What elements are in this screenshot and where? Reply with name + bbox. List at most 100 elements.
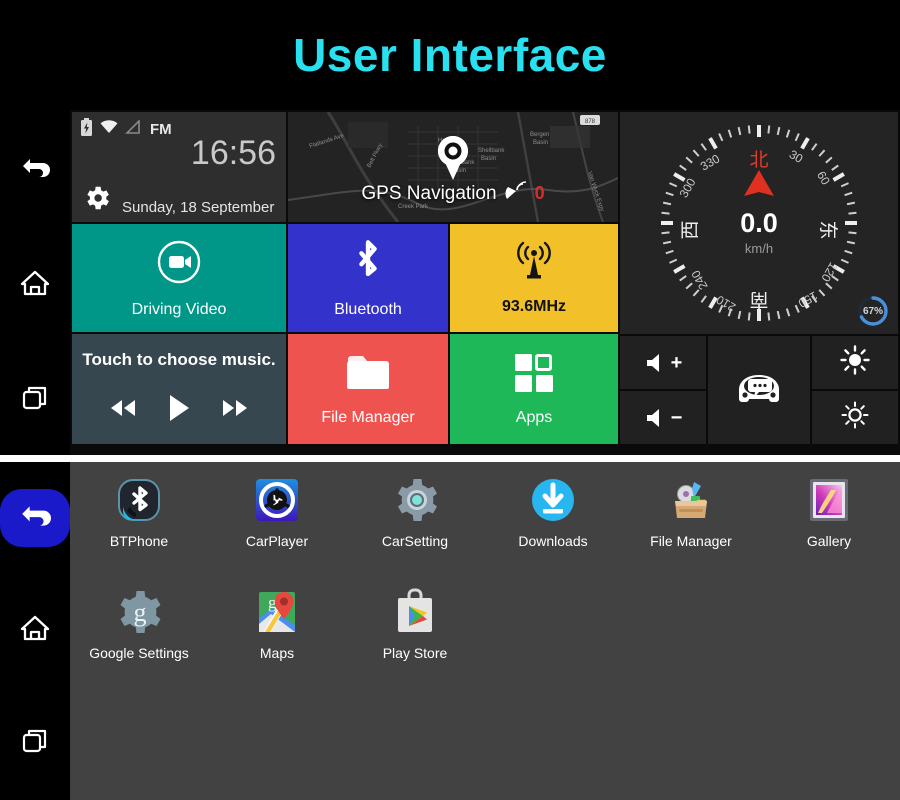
file-manager-box-icon — [667, 476, 715, 524]
app-row-1: BTPhone CarPlayer CarSetting Downloads F… — [70, 476, 900, 549]
gallery-icon — [805, 476, 853, 524]
gps-navigation-tile[interactable]: 878 Flatlands Ave Belt Pkwy HowardBeach … — [288, 112, 618, 222]
car-chat-icon — [733, 369, 785, 412]
button-volume-down[interactable]: − — [620, 391, 706, 444]
recent-apps-icon — [21, 727, 49, 760]
sun-bright-icon — [840, 345, 870, 380]
clock-widget[interactable]: FM 16:56 Sunday, 18 September — [72, 112, 286, 222]
nav-home-button[interactable] — [9, 257, 61, 309]
app-drawer-screen: BTPhone CarPlayer CarSetting Downloads F… — [0, 462, 900, 800]
svg-text:Basin: Basin — [533, 140, 548, 146]
video-camera-icon — [155, 238, 203, 291]
app-downloads[interactable]: Downloads — [484, 476, 622, 549]
play-store-icon — [391, 588, 439, 636]
tile-label: 93.6MHz — [501, 297, 567, 315]
app-label: BTPhone — [109, 533, 169, 549]
app-label: CarSetting — [381, 533, 449, 549]
battery-percent: 67% — [862, 305, 883, 317]
compass-needle — [744, 170, 774, 196]
app-drawer: BTPhone CarPlayer CarSetting Downloads F… — [70, 462, 900, 800]
clock-time: 16:56 — [190, 134, 276, 172]
page-banner: User Interface — [0, 0, 900, 110]
home-navigation-bar — [0, 110, 70, 455]
clock-date: Sunday, 18 September — [122, 199, 275, 216]
home-icon — [20, 269, 50, 297]
tile-radio[interactable]: 93.6MHz — [450, 224, 618, 332]
svg-text:240: 240 — [688, 268, 710, 293]
speed-value: 0.0 — [740, 208, 778, 239]
play-icon[interactable] — [166, 393, 192, 428]
button-brightness-down[interactable] — [812, 391, 898, 444]
svg-text:Basin: Basin — [481, 156, 496, 162]
nav-recents-button[interactable] — [9, 372, 61, 424]
drawer-navigation-bar — [0, 462, 70, 800]
gps-label-row: GPS Navigation 0 — [288, 181, 618, 206]
screen-divider — [0, 455, 900, 462]
battery-charging-icon — [80, 118, 93, 141]
app-label: Downloads — [518, 533, 588, 549]
app-file-manager[interactable]: File Manager — [622, 476, 760, 549]
app-label: Google Settings — [89, 645, 189, 661]
previous-icon[interactable] — [108, 398, 138, 423]
downloads-icon — [529, 476, 577, 524]
button-volume-up[interactable]: + — [620, 336, 706, 389]
app-btphone[interactable]: BTPhone — [70, 476, 208, 549]
volume-up-sign: + — [670, 351, 683, 374]
home-tile-grid: FM 16:56 Sunday, 18 September 878 Flatla… — [70, 110, 900, 455]
nav-back-button[interactable] — [0, 489, 70, 548]
home-screen: FM 16:56 Sunday, 18 September 878 Flatla… — [0, 110, 900, 455]
app-row-2: g Google Settings g Maps Play Store — [70, 588, 900, 661]
button-brightness-up[interactable] — [812, 336, 898, 389]
app-google-settings[interactable]: g Google Settings — [70, 588, 208, 661]
svg-text:878: 878 — [585, 119, 596, 125]
tile-file-manager[interactable]: File Manager — [288, 334, 448, 444]
app-carsetting[interactable]: CarSetting — [346, 476, 484, 549]
app-play-store[interactable]: Play Store — [346, 588, 484, 661]
music-controls — [72, 393, 286, 428]
sun-dim-icon — [840, 400, 870, 435]
tile-label: File Manager — [321, 408, 415, 426]
music-prompt: Touch to choose music. — [82, 350, 276, 369]
compass-north-label: 北 — [749, 149, 768, 171]
tile-apps[interactable]: Apps — [450, 334, 618, 444]
audio-source-label: FM — [150, 121, 172, 138]
tile-music-player[interactable]: Touch to choose music. — [72, 334, 286, 444]
tile-driving-video[interactable]: Driving Video — [72, 224, 286, 332]
tile-bluetooth[interactable]: Bluetooth — [288, 224, 448, 332]
svg-text:Bergen: Bergen — [530, 132, 549, 138]
speaker-icon: + — [644, 351, 683, 374]
speed-unit: km/h — [744, 241, 774, 257]
signal-icon — [125, 119, 141, 139]
app-carplayer[interactable]: CarPlayer — [208, 476, 346, 549]
svg-text:Shellbank: Shellbank — [478, 148, 505, 154]
wifi-icon — [100, 120, 118, 139]
tile-label: Bluetooth — [334, 300, 402, 318]
speed-readout: 0.0 km/h — [620, 208, 898, 257]
app-label: CarPlayer — [245, 533, 309, 549]
google-maps-icon: g — [253, 588, 301, 636]
app-maps[interactable]: g Maps — [208, 588, 346, 661]
nav-recents-button[interactable] — [0, 714, 70, 772]
battery-ring: 67% — [856, 294, 890, 328]
back-arrow-icon — [19, 502, 51, 535]
google-settings-gear-icon: g — [115, 588, 163, 636]
back-arrow-icon — [20, 155, 50, 181]
nav-back-button[interactable] — [9, 142, 61, 194]
nav-home-button[interactable] — [0, 602, 70, 660]
app-gallery[interactable]: Gallery — [760, 476, 898, 549]
button-voice-assistant[interactable] — [708, 336, 810, 444]
svg-text:g: g — [134, 598, 147, 627]
app-label: File Manager — [650, 533, 732, 549]
satellite-dish-icon — [505, 181, 527, 206]
svg-text:330: 330 — [698, 151, 723, 173]
bluetooth-phone-icon — [115, 476, 163, 524]
next-icon[interactable] — [220, 398, 250, 423]
bluetooth-icon — [348, 238, 388, 291]
folder-icon — [344, 352, 392, 399]
compass-speedometer-widget[interactable]: 30 60 120 150 210 240 300 330 北 东 南 西 0.… — [620, 112, 898, 334]
svg-text:60: 60 — [814, 169, 833, 188]
gear-icon[interactable] — [82, 183, 112, 218]
volume-down-sign: − — [670, 406, 683, 429]
svg-text:150: 150 — [796, 288, 821, 310]
tile-label: Apps — [515, 408, 553, 426]
